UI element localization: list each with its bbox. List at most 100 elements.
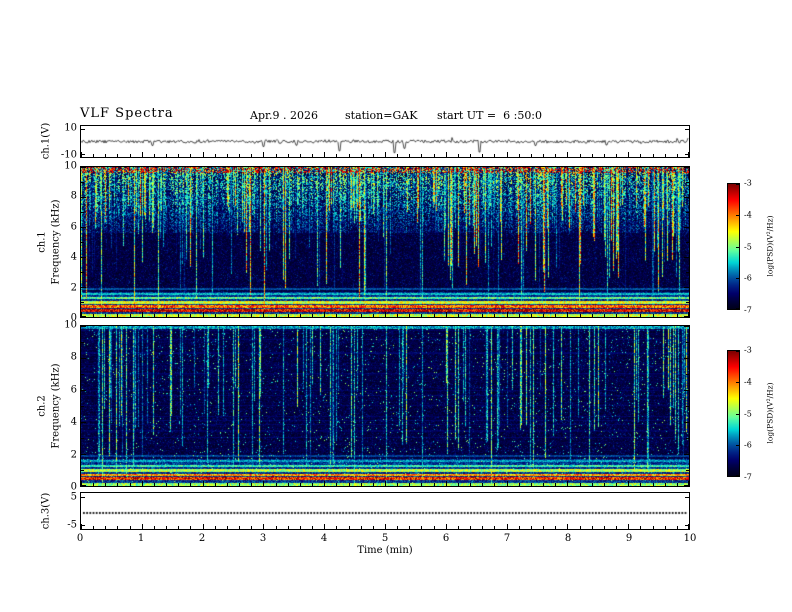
- tick-mark: [336, 154, 337, 157]
- tick-mark: [263, 152, 264, 157]
- tick-mark: [507, 152, 508, 157]
- colorbar-tick-label: -6: [744, 440, 752, 450]
- tick-mark: [519, 314, 520, 317]
- tick-mark: [276, 314, 277, 317]
- ch2-colorbar: [727, 350, 740, 477]
- tick-mark: [190, 314, 191, 317]
- header-start-ut: start UT = 6 :50:0: [437, 109, 543, 122]
- tick-mark: [580, 526, 581, 529]
- tick-mark: [130, 154, 131, 157]
- tick-mark: [409, 314, 410, 317]
- tick-mark: [361, 314, 362, 317]
- tick-mark: [81, 358, 86, 359]
- tick-mark: [276, 154, 277, 157]
- tick-mark: [686, 342, 689, 343]
- tick-mark: [592, 526, 593, 529]
- tick-mark: [421, 483, 422, 486]
- tick-mark: [434, 526, 435, 529]
- tick-mark: [349, 154, 350, 157]
- tick-mark: [640, 526, 641, 529]
- tick-mark: [93, 314, 94, 317]
- tick-mark: [251, 526, 252, 529]
- tick-mark: [736, 215, 739, 216]
- tick-mark: [300, 314, 301, 317]
- tick-mark: [239, 314, 240, 317]
- tick-mark: [397, 526, 398, 529]
- tick-mark: [458, 314, 459, 317]
- tick-mark: [117, 314, 118, 317]
- tick-mark: [592, 154, 593, 157]
- header-date: Apr.9 . 2026: [250, 109, 319, 122]
- tick-mark: [81, 454, 86, 455]
- tick-mark: [482, 314, 483, 317]
- tick-mark: [373, 314, 374, 317]
- colorbar-tick-label: -3: [744, 345, 752, 355]
- ch1-colorbar: [727, 183, 740, 310]
- tick-mark: [736, 382, 739, 383]
- vlf-spectra-figure: VLF Spectra Apr.9 . 2026 station=GAK sta…: [0, 0, 792, 612]
- tick-mark: [470, 154, 471, 157]
- tick-mark: [81, 154, 85, 155]
- tick-mark: [580, 154, 581, 157]
- tick-mark: [105, 526, 106, 529]
- tick-mark: [373, 526, 374, 529]
- tick-mark: [251, 154, 252, 157]
- tick-mark: [555, 314, 556, 317]
- y-tick-label: 8: [70, 351, 77, 363]
- y-tick-label: -5: [67, 519, 77, 531]
- tick-mark: [93, 483, 94, 486]
- tick-mark: [482, 154, 483, 157]
- tick-mark: [154, 314, 155, 317]
- tick-mark: [190, 154, 191, 157]
- tick-mark: [81, 406, 84, 407]
- tick-mark: [446, 152, 447, 157]
- tick-mark: [93, 154, 94, 157]
- tick-mark: [215, 526, 216, 529]
- tick-mark: [117, 154, 118, 157]
- tick-mark: [81, 438, 84, 439]
- tick-mark: [142, 312, 143, 317]
- ch1-spec-frequency-label: Frequency (kHz): [50, 199, 62, 285]
- tick-mark: [215, 483, 216, 486]
- tick-mark: [628, 152, 629, 157]
- ch1-spectrogram-canvas: [81, 167, 689, 317]
- colorbar-tick-label: -4: [744, 377, 752, 387]
- tick-mark: [653, 483, 654, 486]
- tick-mark: [686, 212, 689, 213]
- tick-mark: [81, 374, 84, 375]
- colorbar-tick-label: -7: [744, 305, 752, 315]
- tick-mark: [105, 483, 106, 486]
- tick-mark: [684, 485, 689, 486]
- tick-mark: [567, 524, 568, 529]
- tick-mark: [336, 526, 337, 529]
- tick-mark: [494, 154, 495, 157]
- tick-mark: [203, 152, 204, 157]
- tick-mark: [616, 483, 617, 486]
- tick-mark: [519, 483, 520, 486]
- ch1-colorbar-label: log(PSD)(V²/Hz): [765, 215, 775, 277]
- tick-mark: [434, 314, 435, 317]
- tick-mark: [616, 314, 617, 317]
- tick-mark: [361, 154, 362, 157]
- y-tick-label: -10: [60, 149, 77, 161]
- ch2-spec-frequency-label: Frequency (kHz): [50, 363, 62, 449]
- tick-mark: [166, 526, 167, 529]
- tick-mark: [190, 526, 191, 529]
- x-tick-label: 10: [683, 533, 697, 544]
- colorbar-tick-label: -4: [744, 210, 752, 220]
- tick-mark: [324, 524, 325, 529]
- tick-mark: [580, 314, 581, 317]
- tick-mark: [81, 525, 85, 526]
- colorbar-tick-label: -5: [744, 242, 752, 251]
- tick-mark: [178, 526, 179, 529]
- tick-mark: [81, 227, 86, 228]
- tick-mark: [81, 287, 86, 288]
- tick-mark: [543, 154, 544, 157]
- tick-mark: [736, 351, 739, 352]
- tick-mark: [130, 483, 131, 486]
- colorbar-tick-label: -6: [744, 273, 752, 283]
- tick-mark: [215, 154, 216, 157]
- y-tick-label: 10: [64, 160, 77, 172]
- tick-mark: [166, 154, 167, 157]
- tick-mark: [312, 526, 313, 529]
